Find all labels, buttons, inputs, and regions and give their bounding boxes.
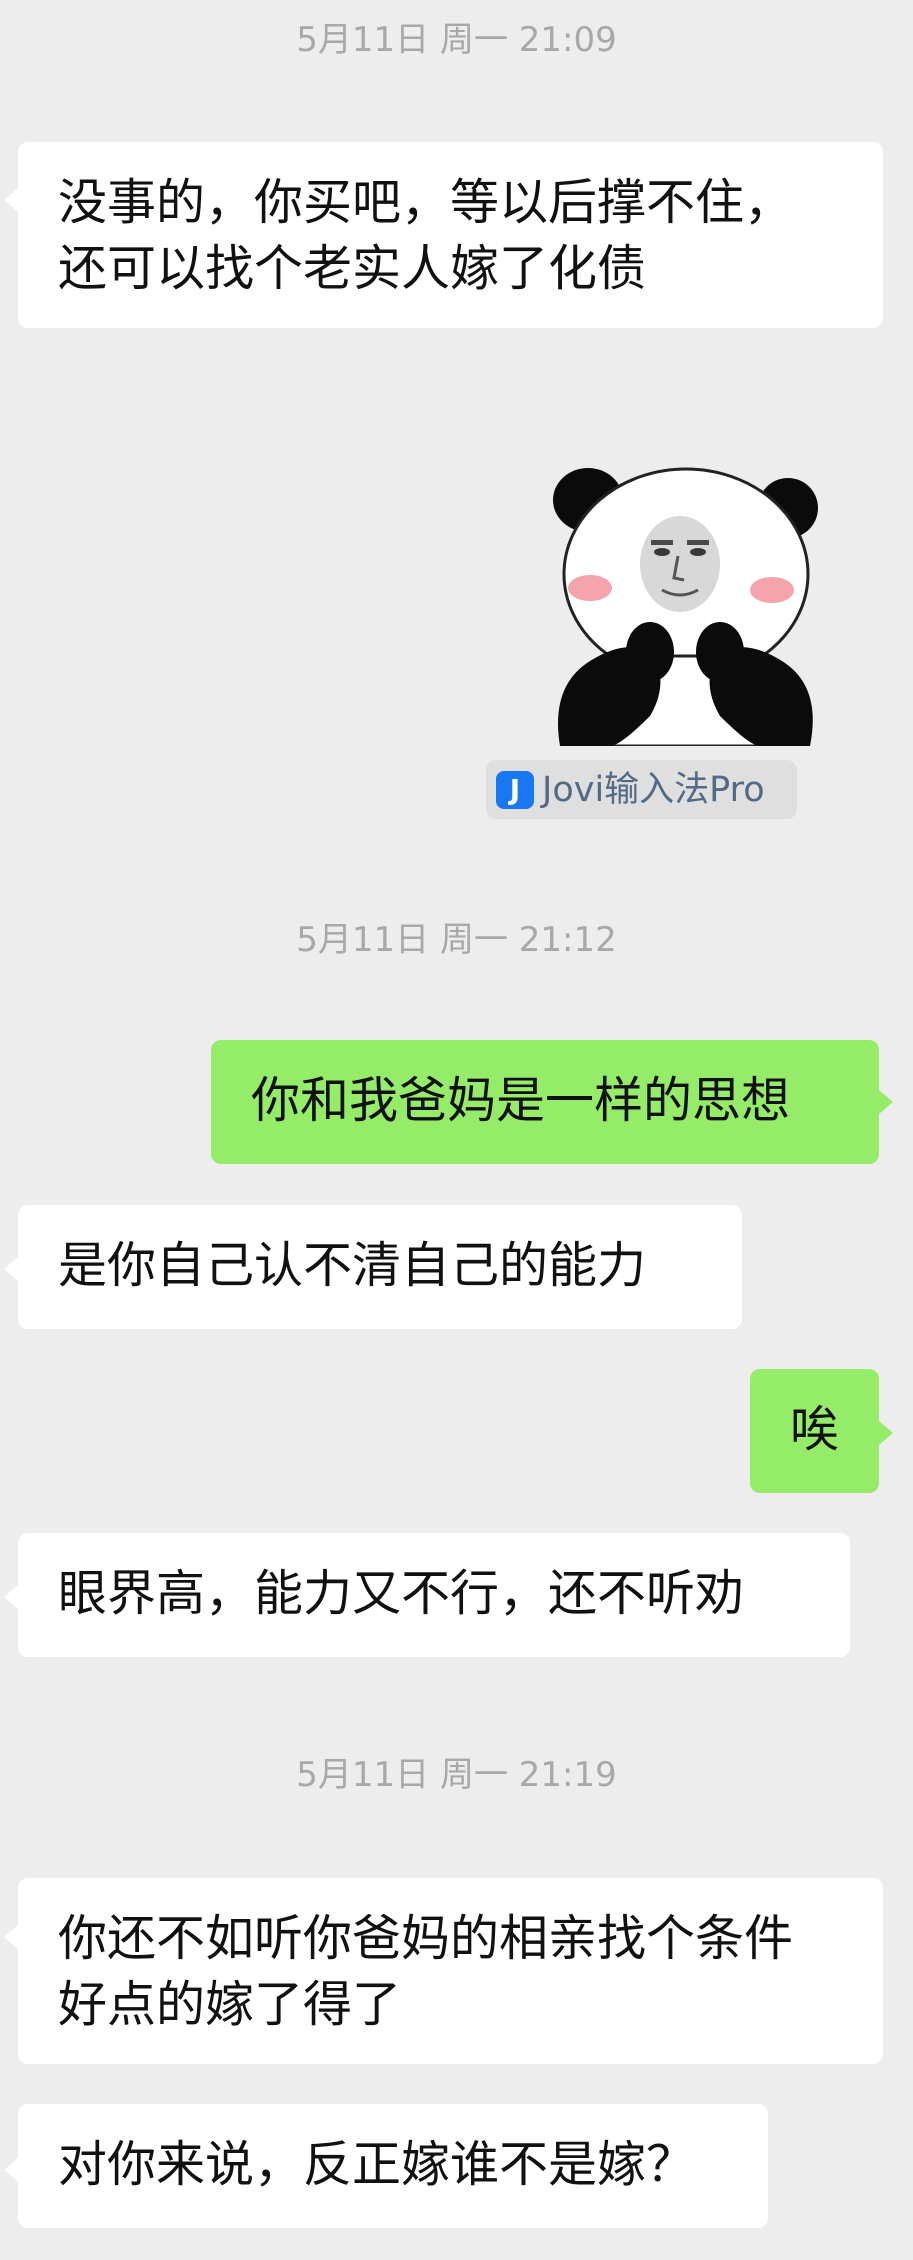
timestamp: 5月11日 周一 21:09: [296, 20, 617, 60]
bubble-tail: [879, 1421, 893, 1445]
panda-meme-sticker[interactable]: [550, 456, 820, 746]
jovi-ime-icon: J: [496, 770, 534, 809]
timestamp: 5月11日 周一 21:19: [296, 1755, 617, 1795]
message-text-line: 你和我爸妈是一样的思想: [251, 1072, 791, 1129]
bubble-tail: [879, 1090, 893, 1114]
message-text-line: 你还不如听你爸妈的相亲找个条件: [58, 1910, 794, 1967]
bubble-tail: [4, 2158, 18, 2182]
incoming-message-bubble[interactable]: 对你来说，反正嫁谁不是嫁？: [18, 2104, 768, 2228]
sticker-source-label: Jovi输入法Pro: [542, 769, 765, 810]
message-text-line: 对你来说，反正嫁谁不是嫁？: [58, 2136, 696, 2193]
bubble-tail: [4, 1585, 18, 1609]
bubble-tail: [4, 1925, 18, 1949]
message-text-line: 唉: [790, 1401, 840, 1458]
timestamp: 5月11日 周一 21:12: [296, 920, 617, 960]
outgoing-message-bubble[interactable]: 你和我爸妈是一样的思想: [211, 1040, 879, 1164]
message-text-line: 还可以找个老实人嫁了化债: [58, 240, 647, 297]
bubble-tail: [4, 1257, 18, 1281]
message-text-line: 没事的，你买吧，等以后撑不住，: [58, 174, 794, 231]
meme-face: [640, 516, 720, 612]
incoming-message-bubble[interactable]: 你还不如听你爸妈的相亲找个条件 好点的嫁了得了: [18, 1878, 883, 2064]
incoming-message-bubble[interactable]: 是你自己认不清自己的能力: [18, 1205, 742, 1329]
bubble-tail: [4, 188, 18, 212]
message-text-line: 眼界高，能力又不行，还不听劝: [58, 1565, 745, 1622]
message-text-line: 是你自己认不清自己的能力: [58, 1237, 647, 1294]
panda-blush-right: [750, 577, 794, 603]
sticker-source-tag[interactable]: J Jovi输入法Pro: [486, 760, 797, 819]
outgoing-message-bubble[interactable]: 唉: [750, 1369, 879, 1493]
incoming-message-bubble[interactable]: 眼界高，能力又不行，还不听劝: [18, 1533, 850, 1657]
panda-blush-left: [568, 575, 612, 601]
message-text-line: 好点的嫁了得了: [58, 1976, 402, 2033]
incoming-message-bubble[interactable]: 没事的，你买吧，等以后撑不住， 还可以找个老实人嫁了化债: [18, 142, 883, 328]
